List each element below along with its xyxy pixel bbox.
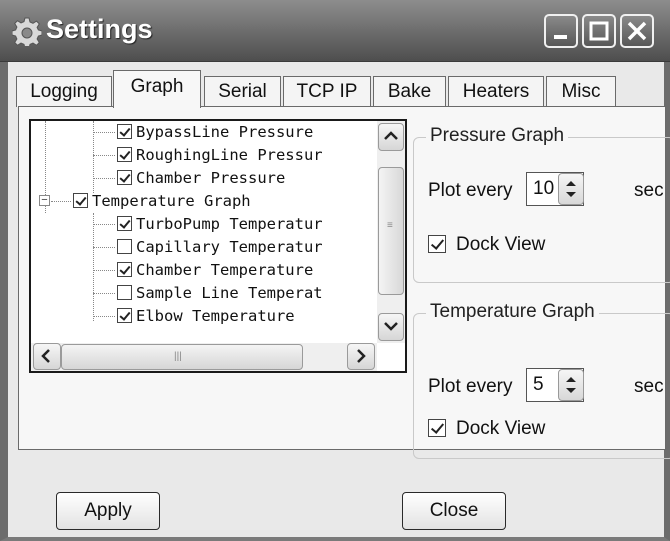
spinner-arrows-icon xyxy=(566,181,576,197)
title-bar[interactable]: Settings xyxy=(0,0,670,62)
settings-window: Settings Logging Graph Serial TCP IP Bak… xyxy=(0,0,670,541)
tree-checkbox[interactable] xyxy=(117,262,132,277)
scroll-left-button[interactable] xyxy=(33,343,61,370)
tab-graph[interactable]: Graph xyxy=(113,70,201,108)
tab-serial[interactable]: Serial xyxy=(204,76,281,107)
tree-guide-line xyxy=(93,213,94,321)
tree-checkbox[interactable] xyxy=(117,170,132,185)
tree-guide-line xyxy=(93,270,115,271)
dock-view-label: Dock View xyxy=(456,234,546,255)
tree-item-label: Chamber Pressure xyxy=(136,169,286,187)
tab-tcp-ip[interactable]: TCP IP xyxy=(283,76,371,107)
tree-checkbox[interactable] xyxy=(73,193,88,208)
tree-checkbox[interactable] xyxy=(117,216,132,231)
close-button[interactable]: Close xyxy=(402,492,506,530)
gear-icon xyxy=(12,17,42,46)
tree-item-label: BypassLine Pressure xyxy=(136,123,314,141)
chevron-left-icon xyxy=(41,349,50,363)
scroll-up-button[interactable] xyxy=(378,123,404,151)
tree-guide-line xyxy=(93,155,115,156)
dock-view-label: Dock View xyxy=(456,418,546,439)
tree-item-sample-line-temperature[interactable]: Sample Line Temperat xyxy=(117,282,323,305)
tree-guide-line xyxy=(93,178,115,179)
vertical-scroll-thumb[interactable]: ≡ xyxy=(378,167,404,295)
tab-misc[interactable]: Misc xyxy=(546,76,616,107)
tree-item-chamber-temperature[interactable]: Chamber Temperature xyxy=(117,259,313,282)
close-icon xyxy=(627,21,647,41)
temperature-graph-group: Temperature Graph Plot every 5 sec Dock … xyxy=(413,301,670,459)
temperature-plot-label: Plot every xyxy=(428,376,513,397)
tree-guide-line xyxy=(93,293,115,294)
horizontal-scrollbar[interactable]: ||| xyxy=(31,343,377,371)
tree-item-chamber-pressure[interactable]: Chamber Pressure xyxy=(117,167,285,190)
tree-item-roughingline-pressure[interactable]: RoughingLine Pressur xyxy=(117,144,323,167)
tree-item-label: Temperature Graph xyxy=(92,192,251,210)
temperature-dock-view-checkbox[interactable]: Dock View xyxy=(428,418,545,440)
tree-item-label: Elbow Temperature xyxy=(136,307,295,325)
spinner-arrows-icon xyxy=(566,377,576,393)
dock-view-checkbox[interactable] xyxy=(428,235,446,253)
close-window-button[interactable] xyxy=(620,14,654,48)
tree-guide-line xyxy=(93,316,115,317)
scroll-right-button[interactable] xyxy=(347,343,375,370)
chevron-up-icon xyxy=(384,131,398,140)
dock-view-checkbox[interactable] xyxy=(428,419,446,437)
tree-checkbox[interactable] xyxy=(117,147,132,162)
tree-item-capillary-temperature[interactable]: Capillary Temperatur xyxy=(117,236,323,259)
tree-item-label: Capillary Temperatur xyxy=(136,238,323,256)
window-title: Settings xyxy=(46,14,153,44)
minimize-button[interactable] xyxy=(544,14,578,48)
tree-guide-line xyxy=(93,224,115,225)
tree-view-area: − BypassLine Pressure RoughingLine Press… xyxy=(31,121,377,343)
vertical-scrollbar[interactable]: ≡ xyxy=(377,121,405,343)
maximize-button[interactable] xyxy=(582,14,616,48)
tree-guide-line xyxy=(93,247,115,248)
pressure-spinner[interactable] xyxy=(558,173,584,205)
pressure-unit-label: sec xyxy=(634,180,664,201)
apply-button[interactable]: Apply xyxy=(56,492,160,530)
tree-checkbox[interactable] xyxy=(117,239,132,254)
tree-item-label: RoughingLine Pressur xyxy=(136,146,323,164)
chevron-down-icon xyxy=(384,322,398,331)
grip-icon: ||| xyxy=(174,351,182,362)
tree-checkbox[interactable] xyxy=(117,285,132,300)
tab-heaters[interactable]: Heaters xyxy=(448,76,544,107)
temperature-spinner[interactable] xyxy=(558,369,584,401)
tree-item-elbow-temperature[interactable]: Elbow Temperature xyxy=(117,305,295,328)
pressure-dock-view-checkbox[interactable]: Dock View xyxy=(428,234,545,256)
pressure-plot-label: Plot every xyxy=(428,180,513,201)
tree-guide-line xyxy=(93,132,115,133)
chevron-right-icon xyxy=(357,349,366,363)
tree-item-bypassline-pressure[interactable]: BypassLine Pressure xyxy=(117,121,313,144)
tree-checkbox[interactable] xyxy=(117,308,132,323)
tree-item-turbopump-temperature[interactable]: TurboPump Temperatur xyxy=(117,213,323,236)
graph-tab-panel: − BypassLine Pressure RoughingLine Press… xyxy=(18,106,670,459)
horizontal-scroll-thumb[interactable]: ||| xyxy=(61,344,303,370)
pressure-graph-group: Pressure Graph Plot every 10 sec Dock Vi… xyxy=(413,125,670,283)
tree-guide-line xyxy=(51,201,71,202)
scroll-down-button[interactable] xyxy=(378,313,404,341)
maximize-icon xyxy=(589,21,609,41)
temperature-unit-label: sec xyxy=(634,376,664,397)
minimize-icon xyxy=(554,35,567,39)
temperature-graph-title: Temperature Graph xyxy=(426,301,599,323)
tree-item-label: Sample Line Temperat xyxy=(136,284,323,302)
tree-item-label: TurboPump Temperatur xyxy=(136,215,323,233)
pressure-graph-title: Pressure Graph xyxy=(426,125,569,147)
collapse-toggle-icon[interactable]: − xyxy=(39,195,50,206)
tree-checkbox[interactable] xyxy=(117,124,132,139)
tree-item-label: Chamber Temperature xyxy=(136,261,314,279)
tree-item-temperature-graph[interactable]: Temperature Graph xyxy=(73,190,251,213)
tab-strip: Logging Graph Serial TCP IP Bake Heaters… xyxy=(16,70,656,108)
grip-icon: ≡ xyxy=(387,220,393,231)
tab-logging[interactable]: Logging xyxy=(16,76,112,107)
graph-series-tree[interactable]: − BypassLine Pressure RoughingLine Press… xyxy=(29,119,407,373)
tab-bake[interactable]: Bake xyxy=(373,76,446,107)
